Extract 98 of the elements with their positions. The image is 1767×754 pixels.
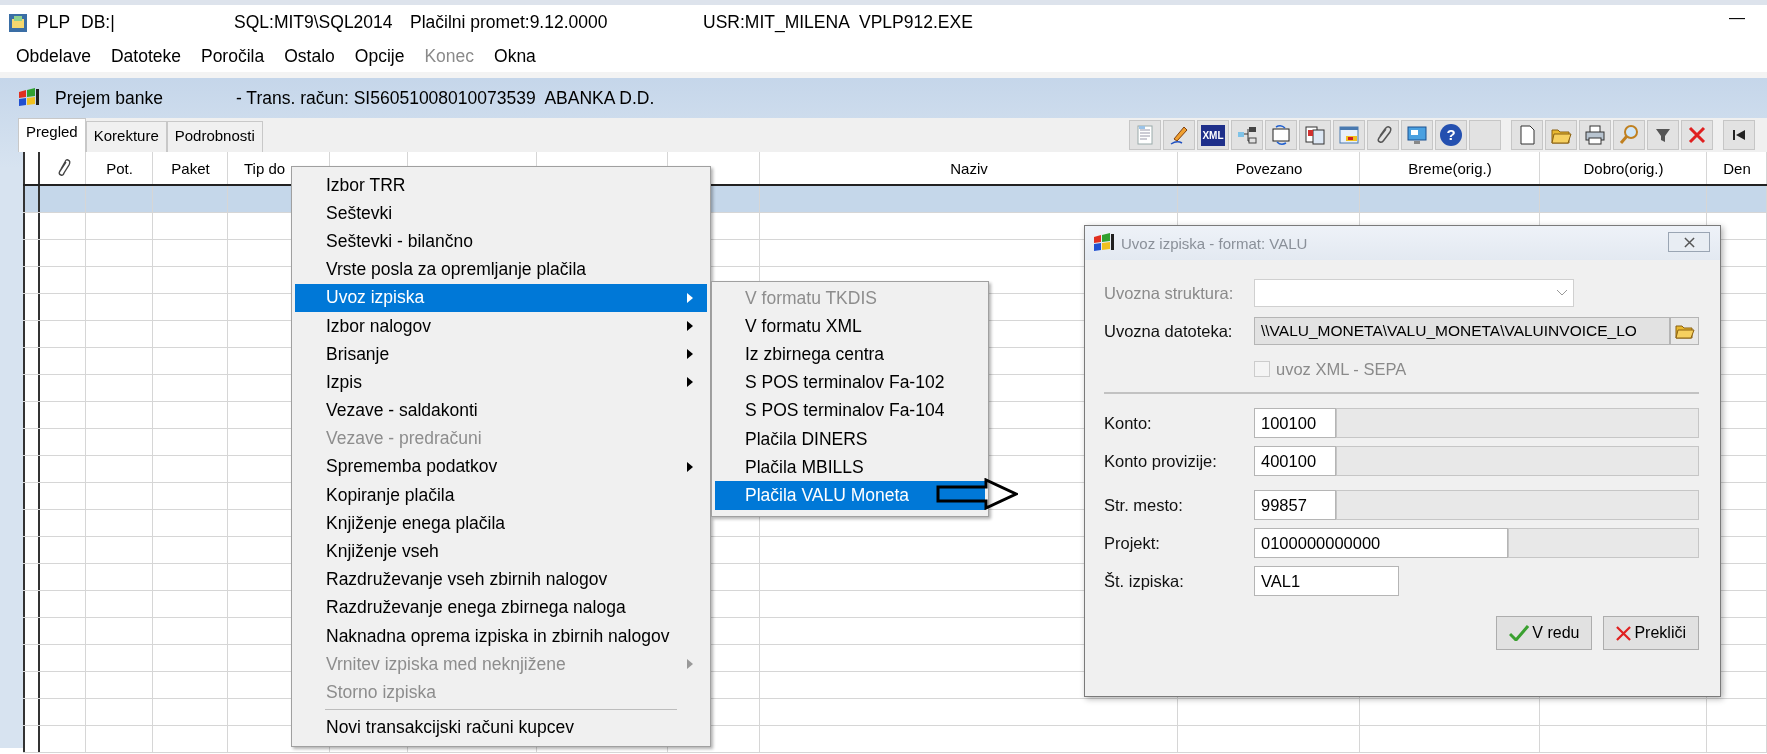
- browse-button[interactable]: [1670, 317, 1699, 345]
- menu-item[interactable]: Brisanje: [295, 340, 707, 369]
- input-field[interactable]: 0100000000000: [1254, 528, 1508, 558]
- window-icon: [1338, 124, 1360, 146]
- document-icon: [1134, 124, 1156, 146]
- menu-item[interactable]: Ostalo: [274, 45, 345, 67]
- window-title: Prejem banke: [55, 87, 164, 109]
- flag-icon: [18, 88, 40, 108]
- menu-item[interactable]: Okna: [484, 45, 546, 67]
- check-icon: [1509, 625, 1530, 641]
- menu-item[interactable]: Vezave - saldakonti: [295, 396, 707, 425]
- menu-item[interactable]: Knjiženje vseh: [295, 537, 707, 566]
- submenu-arrow-icon: [687, 659, 693, 670]
- documents-icon: [1304, 124, 1326, 146]
- column-header[interactable]: Naziv: [950, 159, 988, 177]
- title-text: USR:MIT_MILENA: [703, 12, 851, 33]
- menu-item[interactable]: Kopiranje plačila: [295, 481, 707, 510]
- toolbar-button[interactable]: [1231, 120, 1263, 150]
- dialog-title: Uvoz izpiska - format: VALU: [1121, 234, 1308, 252]
- toolbar-button[interactable]: [1647, 120, 1679, 150]
- search-icon: [1618, 124, 1640, 146]
- submenu-arrow-icon: [687, 321, 693, 332]
- flag-icon: [1093, 233, 1115, 253]
- tab[interactable]: Korekture: [85, 121, 167, 152]
- column-header[interactable]: Tip do: [244, 159, 286, 177]
- close-button[interactable]: [1668, 232, 1710, 252]
- column-header[interactable]: Paket: [171, 159, 210, 177]
- title-text: PLP: [37, 12, 72, 33]
- menu-item[interactable]: Vrste posla za opremljanje plačila: [295, 255, 707, 284]
- field-label: Uvozna datoteka:: [1104, 321, 1234, 341]
- field-label: Konto:: [1104, 413, 1153, 433]
- column-header[interactable]: Den: [1723, 159, 1751, 177]
- cancel-icon: [1616, 625, 1632, 641]
- menu-item[interactable]: V formatu XML: [715, 312, 985, 341]
- checkbox-label: uvoz XML - SEPA: [1276, 359, 1407, 379]
- toolbar-button[interactable]: ?: [1435, 120, 1467, 150]
- toolbar-button[interactable]: [1367, 120, 1399, 150]
- menu-item[interactable]: Seštevki - bilančno: [295, 227, 707, 256]
- title-text: SQL:MIT9\SQL2014: [234, 12, 394, 33]
- menu-item[interactable]: Plačila MBILLS: [715, 453, 985, 482]
- printer-icon: [1584, 124, 1606, 146]
- title-text: Plačilni promet:9.12.0000: [410, 12, 609, 33]
- tab[interactable]: Podrobnosti: [166, 121, 263, 152]
- app-icon: [8, 12, 28, 33]
- ok-button[interactable]: V redu: [1496, 616, 1593, 650]
- menu-item[interactable]: Razdruževanje vseh zbirnih nalogov: [295, 565, 707, 594]
- submenu-arrow-icon: [687, 292, 693, 303]
- column-header[interactable]: Dobro(orig.): [1583, 159, 1664, 177]
- input-field[interactable]: \\VALU_MONETA\VALU_MONETA\VALUINVOICE_LO: [1254, 317, 1671, 345]
- menu-item[interactable]: Sprememba podatkov: [295, 452, 707, 482]
- menu-item[interactable]: Datoteke: [100, 45, 191, 67]
- input-field[interactable]: 99857: [1254, 490, 1336, 520]
- pencil-icon: [1168, 124, 1190, 146]
- folder-icon: [1674, 322, 1695, 340]
- input-field[interactable]: VAL1: [1254, 566, 1399, 596]
- menu-item[interactable]: Poročila: [190, 45, 275, 67]
- menu-item[interactable]: Plačila DINERS: [715, 424, 985, 454]
- menu-item[interactable]: S POS terminalov Fa-104: [715, 396, 985, 425]
- submenu-arrow-icon: [687, 377, 693, 388]
- column-header[interactable]: Povezano: [1235, 159, 1303, 177]
- toolbar-button[interactable]: [1723, 120, 1755, 150]
- close-icon: [1683, 236, 1695, 248]
- minimize-button[interactable]: —: [1729, 9, 1745, 27]
- account-label: - Trans. račun: SI56051008010073539 ABANKA D.D.: [236, 87, 655, 109]
- menu-item[interactable]: Plačila VALU Moneta: [715, 481, 985, 510]
- field-label: Projekt:: [1104, 533, 1161, 553]
- menu-item[interactable]: Iz zbirnega centra: [715, 340, 985, 369]
- menu-item[interactable]: S POS terminalov Fa-102: [715, 368, 985, 397]
- column-header[interactable]: Pot.: [106, 159, 133, 177]
- title-text: DB:|: [81, 12, 116, 33]
- transfer-icon: [1270, 124, 1292, 146]
- menu-item[interactable]: Naknadna oprema izpiska in zbirnih nalogov: [295, 622, 707, 651]
- monitor-icon: [1406, 124, 1428, 146]
- menu-item[interactable]: Opcije: [344, 45, 415, 67]
- menu-item[interactable]: Izbor TRR: [295, 171, 707, 200]
- menu-item[interactable]: Razdruževanje enega zbirnega naloga: [295, 593, 707, 622]
- field-label: Uvozna struktura:: [1104, 283, 1235, 303]
- dropdown-icon: [1557, 290, 1567, 296]
- input-field[interactable]: 400100: [1254, 446, 1336, 476]
- field-label: Konto provizije:: [1104, 451, 1218, 471]
- delete-icon: [1686, 124, 1708, 146]
- menu-item[interactable]: Uvoz izpiska: [295, 283, 707, 312]
- field-label: Št. izpiska:: [1104, 571, 1185, 591]
- menu-item[interactable]: Obdelave: [6, 45, 101, 67]
- menu-item[interactable]: Izpis: [295, 368, 707, 397]
- title-text: VPLP912.EXE: [859, 12, 973, 33]
- toolbar-button[interactable]: XML: [1197, 120, 1229, 150]
- tree-icon: [1236, 124, 1258, 146]
- menu-item[interactable]: Izbor nalogov: [295, 311, 707, 341]
- cancel-button[interactable]: Prekliči: [1603, 616, 1699, 650]
- menu-item[interactable]: Knjiženje enega plačila: [295, 509, 707, 538]
- submenu-arrow-icon: [687, 461, 693, 472]
- submenu-arrow-icon: [687, 349, 693, 360]
- field-label: Str. mesto:: [1104, 495, 1184, 515]
- menu-item[interactable]: Seštevki: [295, 199, 707, 228]
- tab[interactable]: Pregled: [18, 118, 86, 152]
- input-field[interactable]: 100100: [1254, 408, 1336, 438]
- column-header[interactable]: Breme(orig.): [1408, 159, 1492, 177]
